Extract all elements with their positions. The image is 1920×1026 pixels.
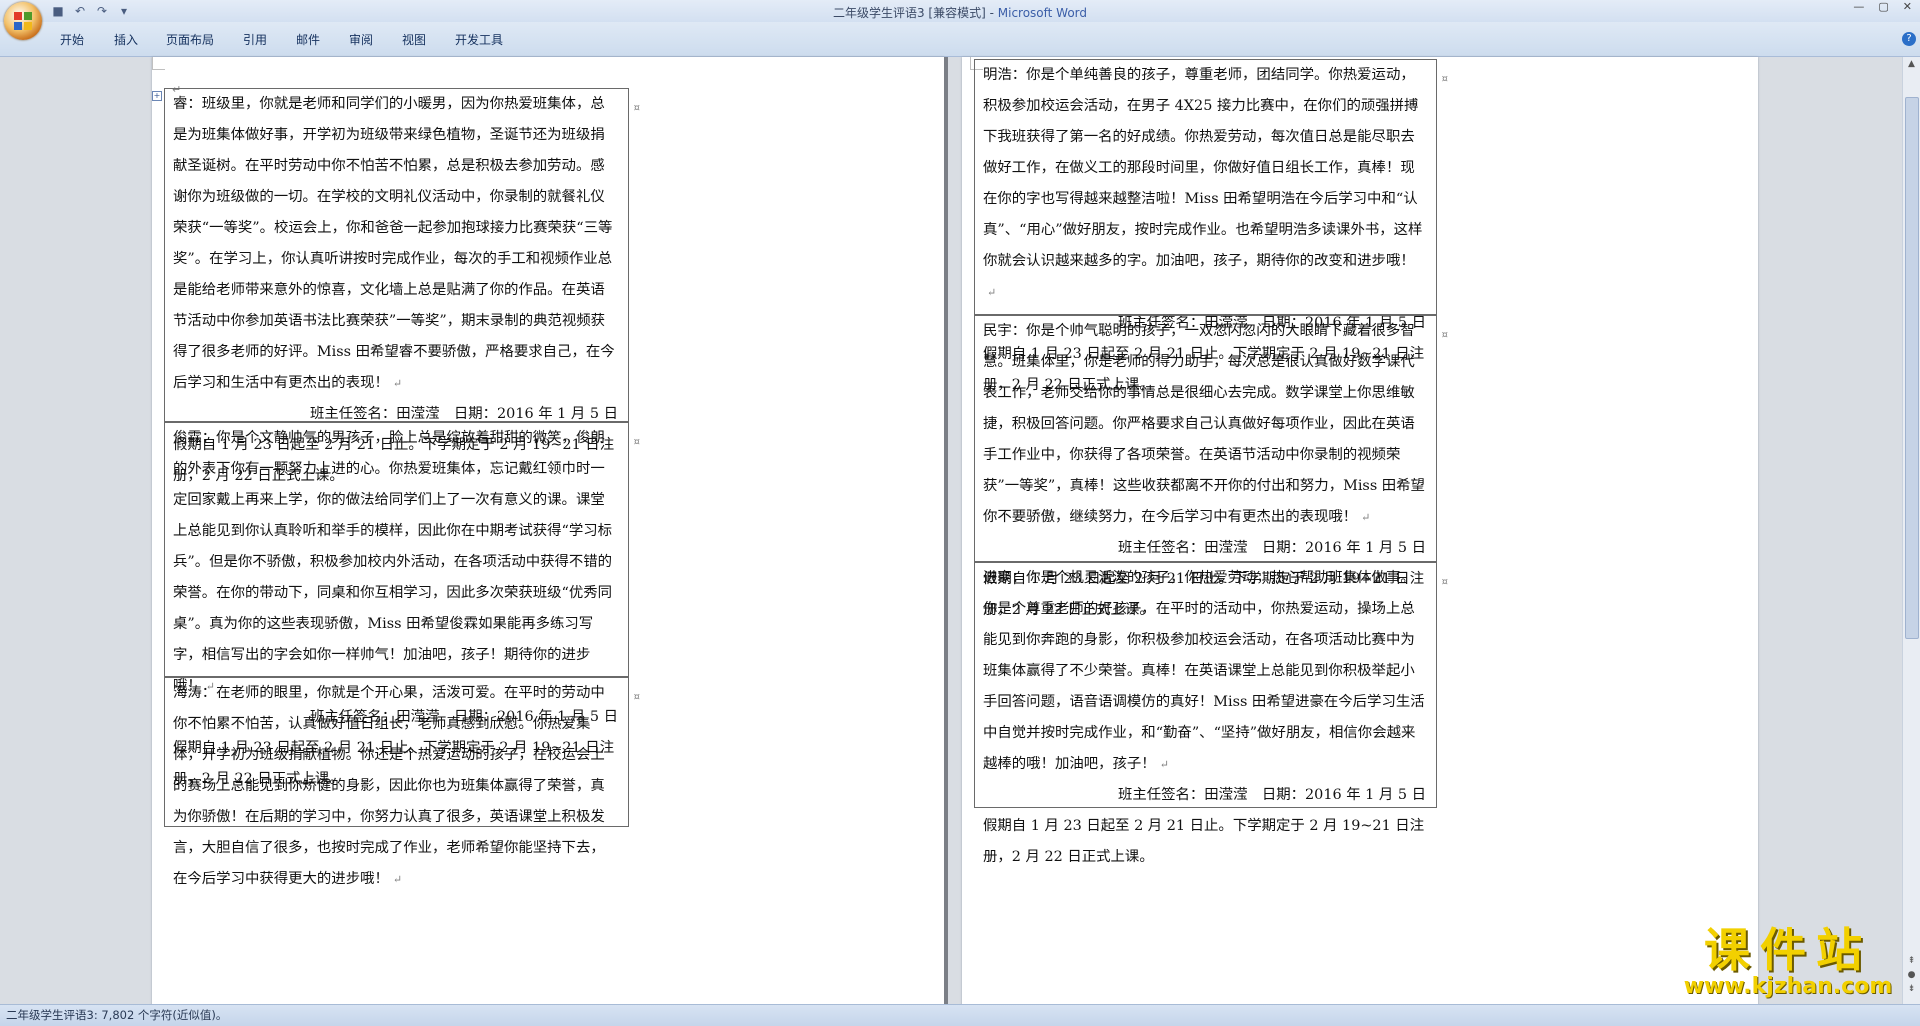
tab-references[interactable]: 引用 [243, 31, 267, 48]
tab-mailings[interactable]: 邮件 [296, 31, 320, 48]
office-logo-icon [14, 12, 32, 30]
paragraph-mark-icon: ↵ [392, 377, 403, 390]
window-title: 二年级学生评语3 [兼容模式] - Microsoft Word [0, 4, 1920, 21]
comment-cell[interactable]: 睿：班级里，你就是老师和同学们的小暖男，因为你热爱班集体，总是为班集体做好事，开… [164, 88, 640, 484]
page-corner-mark [152, 57, 165, 70]
cell-end-mark-icon: ¤ [633, 103, 640, 114]
cell-end-mark-icon: ¤ [633, 437, 640, 448]
teacher-signature: 班主任签名：田滢滢 日期：2016 年 1 月 5 日 [1117, 787, 1426, 803]
teacher-signature: 班主任签名：田滢滢 日期：2016 年 1 月 5 日 [1117, 540, 1426, 556]
status-bar: 二年级学生评语3: 7,802 个字符(近似值)。 [0, 1004, 1920, 1026]
comment-cell[interactable]: 海涛：在老师的眼里，你就是个开心果，活泼可爱。在平时的劳动中你不怕累不怕苦，认真… [164, 677, 640, 887]
next-page-icon[interactable]: ⇟ [1903, 982, 1920, 996]
comment-text: 睿：班级里，你就是老师和同学们的小暖男，因为你热爱班集体，总是为班集体做好事，开… [173, 96, 615, 391]
cell-end-mark-icon: ¤ [1441, 74, 1448, 85]
browse-object-icon[interactable]: ● [1903, 968, 1920, 982]
tab-view[interactable]: 视图 [402, 31, 426, 48]
page-left[interactable]: + ↵ 睿：班级里，你就是老师和同学们的小暖男，因为你热爱班集体，总是为班集体做… [152, 57, 944, 1007]
tab-insert[interactable]: 插入 [114, 31, 138, 48]
paragraph-mark-icon: ↵ [392, 873, 403, 886]
tab-page-layout[interactable]: 页面布局 [166, 31, 214, 48]
window-controls: — ▢ ✕ [1853, 0, 1912, 13]
prev-page-icon[interactable]: ⇞ [1903, 954, 1920, 968]
title-separator: - [985, 6, 998, 20]
close-button[interactable]: ✕ [1903, 0, 1912, 13]
tab-developer[interactable]: 开发工具 [455, 31, 503, 48]
document-name: 二年级学生评语3 [兼容模式] [832, 6, 986, 20]
comment-text: 海涛：在老师的眼里，你就是个开心果，活泼可爱。在平时的劳动中你不怕累不怕苦，认真… [173, 685, 605, 887]
status-text: 二年级学生评语3: 7,802 个字符(近似值)。 [6, 1008, 228, 1022]
cell-end-mark-icon: ¤ [1441, 577, 1448, 588]
tab-home[interactable]: 开始 [60, 31, 84, 48]
page-right[interactable]: 明浩：你是个单纯善良的孩子，尊重老师，团结同学。你热爱运动，积极参加校运会活动，… [962, 57, 1758, 1007]
ribbon-tabs: 开始 插入 页面布局 引用 邮件 审阅 视图 开发工具 ? [0, 22, 1920, 57]
comment-text: 进豪：你是个机灵活泼的孩子，你热爱劳动，热心帮助班集体做事。你是个尊重老师的好孩… [983, 570, 1425, 772]
comment-cell[interactable]: 进豪：你是个机灵活泼的孩子，你热爱劳动，热心帮助班集体做事。你是个尊重老师的好孩… [974, 562, 1448, 865]
vertical-scrollbar[interactable]: ▲ ⇞ ● ⇟ [1902, 57, 1920, 1004]
comment-cell[interactable]: 民宇：你是个帅气聪明的孩子，一双忽闪忽闪的大眼睛下藏着很多智慧。班集体里，你是老… [974, 315, 1448, 618]
paragraph-mark-icon: ↵ [1361, 511, 1371, 524]
minimize-button[interactable]: — [1853, 0, 1864, 13]
scroll-thumb[interactable] [1905, 97, 1919, 639]
comment-text: 俊霖：你是个文静帅气的男孩子，脸上总是绽放着甜甜的微笑，俊朗的外表下你有一颗努力… [173, 430, 613, 694]
maximize-button[interactable]: ▢ [1878, 0, 1888, 13]
comment-cell[interactable]: 明浩：你是个单纯善良的孩子，尊重老师，团结同学。你热爱运动，积极参加校运会活动，… [974, 59, 1448, 393]
document-workspace: + ↵ 睿：班级里，你就是老师和同学们的小暖男，因为你热爱班集体，总是为班集体做… [0, 57, 1920, 1007]
help-icon[interactable]: ? [1902, 32, 1916, 46]
scroll-up-icon[interactable]: ▲ [1903, 57, 1920, 71]
holiday-notice: 假期自 1 月 23 日起至 2 月 21 日止。下学期定于 2 月 19~21… [983, 818, 1425, 865]
paragraph-mark-icon: ↵ [987, 286, 997, 299]
app-name: Microsoft Word [997, 6, 1088, 20]
tab-review[interactable]: 审阅 [349, 31, 373, 48]
title-bar: ■ ↶ ↷ ▾ 二年级学生评语3 [兼容模式] - Microsoft Word — … [0, 0, 1920, 40]
page-gap [944, 57, 948, 1007]
cell-end-mark-icon: ¤ [1441, 330, 1448, 341]
comment-text: 明浩：你是个单纯善良的孩子，尊重老师，团结同学。你热爱运动，积极参加校运会活动，… [983, 67, 1423, 299]
comment-text: 民宇：你是个帅气聪明的孩子，一双忽闪忽闪的大眼睛下藏着很多智慧。班集体里，你是老… [983, 323, 1425, 525]
table-move-handle-icon[interactable]: + [152, 91, 162, 101]
office-button[interactable] [4, 2, 42, 40]
paragraph-mark-icon: ↵ [1159, 758, 1169, 771]
cell-end-mark-icon: ¤ [633, 692, 640, 703]
comment-cell[interactable]: 俊霖：你是个文静帅气的男孩子，脸上总是绽放着甜甜的微笑，俊朗的外表下你有一颗努力… [164, 422, 640, 787]
